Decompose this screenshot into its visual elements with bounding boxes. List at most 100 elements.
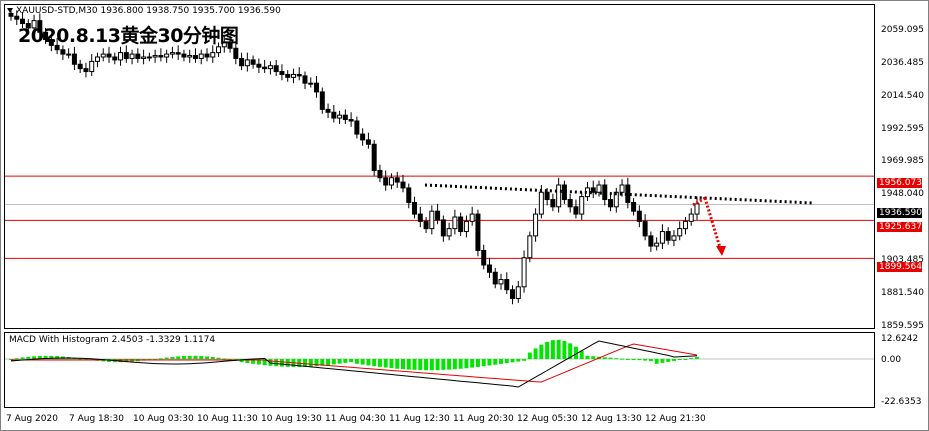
candle-body (556, 184, 562, 208)
candle-body (152, 55, 158, 58)
macd-histogram-bar (326, 359, 331, 366)
candle-body (302, 75, 308, 84)
resistance-level-label: 1956.073 (877, 178, 922, 188)
macd-histogram-bar (643, 359, 648, 361)
candle-body (77, 63, 83, 70)
candle-body (492, 271, 498, 285)
macd-signal-line (11, 343, 698, 383)
candle-body (527, 235, 533, 259)
candle-body (550, 199, 556, 208)
candle-body (394, 177, 400, 183)
macd-histogram-bar (181, 355, 186, 359)
candle-body (383, 177, 389, 186)
macd-histogram-bar (487, 359, 492, 366)
descending-trendline (424, 183, 814, 205)
candle-body (510, 289, 516, 299)
macd-histogram-bar (418, 359, 423, 371)
macd-indicator-header: MACD With Histogram 2.4503 -1.3329 1.117… (9, 335, 216, 345)
time-tick: 12 Aug 13:30 (581, 414, 642, 424)
macd-histogram-bar (683, 359, 688, 360)
time-tick: 7 Aug 18:30 (69, 414, 124, 424)
macd-histogram-bar (585, 355, 590, 359)
macd-histogram-bar (216, 357, 221, 359)
macd-histogram-bar (677, 359, 682, 360)
low-support-level-label: 1899.564 (877, 262, 922, 272)
chart-annotation-title: 2020.8.13黄金30分钟图 (18, 25, 239, 47)
candle-body (417, 213, 423, 222)
macd-histogram-bar (308, 359, 313, 367)
macd-histogram-bar (349, 359, 354, 363)
macd-histogram-bar (372, 359, 377, 367)
candle-body (279, 71, 285, 75)
macd-histogram-bar (470, 359, 475, 368)
macd-histogram-bar (522, 359, 527, 361)
candle-body (631, 201, 637, 212)
candle-body (187, 55, 193, 58)
candle-body (158, 55, 164, 58)
candle-body (452, 216, 458, 230)
macd-histogram-bar (671, 359, 676, 361)
collapse-triangle-icon[interactable] (7, 8, 13, 13)
macd-histogram-bar (648, 359, 653, 362)
macd-histogram-bar (475, 359, 480, 367)
price-tick: 1859.595 (881, 321, 924, 331)
candle-body (314, 82, 320, 93)
time-tick: 11 Aug 04:30 (325, 414, 386, 424)
symbol-ohlc-text: XAUUSD-STD,M30 1936.800 1938.750 1935.70… (16, 6, 281, 16)
macd-histogram-bar (539, 344, 544, 359)
macd-histogram-bar (545, 341, 550, 359)
price-chart-canvas[interactable] (5, 5, 874, 328)
macd-histogram-bar (383, 359, 388, 368)
candle-body (648, 235, 654, 247)
candle-body (308, 82, 314, 85)
macd-histogram-bar (602, 357, 607, 359)
candle-body (319, 91, 325, 110)
candle-body (429, 210, 435, 230)
macd-histogram-bar (170, 356, 175, 359)
macd-axis-bottom: -22.6353 (881, 397, 922, 407)
macd-main-line (10, 340, 698, 388)
candle-body (354, 120, 360, 135)
candle-body (377, 169, 383, 179)
time-tick: 12 Aug 05:30 (517, 414, 578, 424)
candle-body (360, 133, 366, 141)
macd-histogram-bar (631, 359, 636, 360)
candle-body (463, 220, 469, 233)
candle-body (596, 184, 602, 193)
macd-histogram-bar (360, 359, 365, 365)
candle-body (71, 53, 77, 65)
candle-body (239, 57, 245, 67)
candle-body (654, 242, 660, 247)
price-chart-pane[interactable] (4, 4, 875, 329)
candle-body (331, 111, 337, 119)
macd-histogram-bar (389, 359, 394, 369)
candle-body (504, 279, 510, 291)
candle-body (388, 177, 394, 186)
candle-body (83, 68, 89, 73)
macd-histogram-bar (331, 359, 336, 365)
macd-histogram-bar (205, 356, 209, 359)
macd-histogram-bar (608, 357, 613, 359)
macd-histogram-bar (441, 359, 446, 370)
macd-histogram-bar (193, 355, 198, 359)
macd-histogram-bar (481, 359, 486, 367)
candle-body (285, 73, 291, 78)
macd-axis-top: 12.6242 (881, 334, 919, 344)
macd-histogram-bar (625, 359, 630, 360)
candle-body (325, 108, 331, 113)
candle-body (112, 56, 118, 61)
candle-body (665, 231, 671, 241)
projection-arrowhead (716, 246, 726, 256)
candle-body (619, 184, 625, 193)
support-level-label: 1925.637 (877, 222, 922, 232)
candle-body (118, 52, 124, 61)
candle-body (198, 53, 204, 59)
candle-body (290, 73, 296, 78)
candle-body (435, 210, 441, 221)
candle-body (135, 53, 141, 59)
macd-histogram-bar (401, 359, 405, 370)
macd-histogram-bar (158, 358, 163, 360)
macd-histogram-bar (666, 359, 671, 362)
macd-histogram-bar (377, 359, 382, 367)
candle-body (141, 56, 147, 59)
